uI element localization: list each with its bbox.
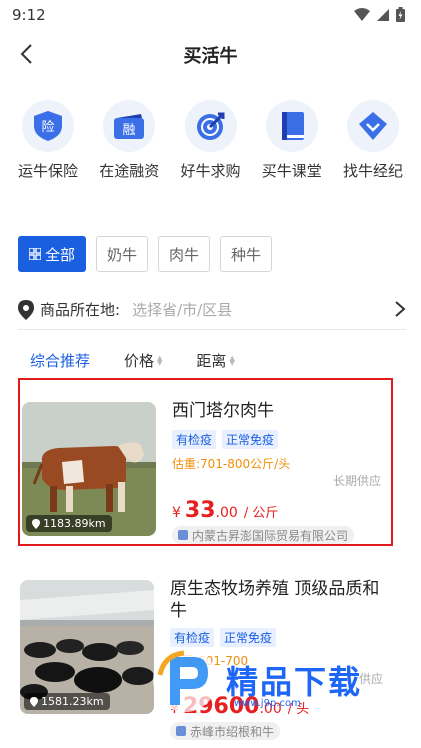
status-icons <box>354 7 405 22</box>
filter-breeding[interactable]: 种牛 <box>220 236 273 272</box>
tag-immunized: 正常免疫 <box>222 430 279 449</box>
watermark: 精品下载 www.j9p.com <box>150 640 420 720</box>
seller-badge[interactable]: 赤峰市绍根和牛 <box>170 722 281 740</box>
sort-bar: 综合推荐 价格 ▲ ▼ 距离 ▲ ▼ <box>30 350 235 371</box>
book-icon <box>265 100 318 152</box>
location-pin-icon <box>30 696 38 707</box>
filter-label: 奶牛 <box>107 245 138 264</box>
status-time: 9:12 <box>12 6 46 24</box>
distance-badge: 1581.23km <box>24 693 110 710</box>
shield-icon: 险 <box>22 100 74 152</box>
watermark-logo-icon <box>153 648 217 712</box>
tag-quarantine: 有检疫 <box>172 430 217 449</box>
filter-label: 肉牛 <box>169 245 200 264</box>
status-bar: 9:12 <box>0 0 421 30</box>
sort-arrows-icon: ▲ ▼ <box>229 353 235 367</box>
sort-label: 距离 <box>196 352 227 370</box>
service-broker[interactable]: 找牛经纪 <box>333 100 413 190</box>
wifi-icon <box>354 7 370 21</box>
product-price: ¥ 33 .00 / 公斤 <box>172 498 278 523</box>
filter-beef[interactable]: 肉牛 <box>158 236 211 272</box>
filter-all[interactable]: 全部 <box>18 236 87 272</box>
watermark-text: 精品下载 <box>226 663 363 701</box>
filter-label: 种牛 <box>231 245 262 264</box>
diamond-icon <box>347 100 399 152</box>
product-image: 1581.23km <box>20 580 154 714</box>
shop-icon <box>176 726 186 736</box>
category-filters: 全部 奶牛 肉牛 种牛 <box>18 236 273 272</box>
watermark-url: www.j9p.com <box>234 698 301 709</box>
price-unit: / 公斤 <box>243 506 279 521</box>
service-financing[interactable]: 融 在途融资 <box>89 100 169 190</box>
supply-status: 长期供应 <box>332 474 381 488</box>
service-classroom[interactable]: 买牛课堂 <box>252 100 332 190</box>
seller-badge[interactable]: 内蒙古昇澎国际贸易有限公司 <box>172 526 355 544</box>
service-label: 找牛经纪 <box>342 162 403 180</box>
product-card[interactable]: 1183.89km 西门塔尔肉牛 有检疫 正常免疫 估重:701-800公斤/头… <box>18 378 393 546</box>
service-insurance[interactable]: 险 运牛保险 <box>8 100 88 190</box>
service-label: 在途融资 <box>99 162 160 180</box>
grid-icon <box>29 248 41 260</box>
estimated-weight: 估重:701-800公斤/头 <box>172 457 291 471</box>
sort-distance[interactable]: 距离 ▲ ▼ <box>196 350 234 371</box>
header: 买活牛 <box>0 30 421 78</box>
distance-text: 1581.23km <box>41 695 104 708</box>
location-selector[interactable]: 商品所在地: 选择省/市/区县 <box>18 290 406 330</box>
sort-recommended[interactable]: 综合推荐 <box>30 350 90 371</box>
service-purchase-request[interactable]: 好牛求购 <box>171 100 251 190</box>
svg-text:险: 险 <box>41 120 54 135</box>
price-decimal: .00 <box>215 505 238 521</box>
battery-icon <box>396 7 405 22</box>
product-image: 1183.89km <box>22 402 156 536</box>
location-label: 商品所在地: <box>40 301 121 319</box>
service-label: 好牛求购 <box>180 162 241 180</box>
seller-name: 赤峰市绍根和牛 <box>190 724 275 739</box>
location-placeholder[interactable]: 选择省/市/区县 <box>132 299 232 320</box>
service-label: 运牛保险 <box>17 162 78 180</box>
filter-label: 全部 <box>45 245 76 264</box>
product-title: 原生态牧场养殖 顶级品质和牛 <box>170 579 380 621</box>
shop-icon <box>178 530 188 540</box>
product-title: 西门塔尔肉牛 <box>172 401 274 421</box>
page-title: 买活牛 <box>183 46 238 67</box>
service-label: 买牛课堂 <box>261 162 322 180</box>
location-pin-icon <box>32 518 40 529</box>
location-pin-icon <box>18 299 34 320</box>
card-icon: 融 <box>103 100 156 152</box>
filter-dairy[interactable]: 奶牛 <box>96 236 149 272</box>
chevron-right-icon[interactable] <box>394 300 406 318</box>
sort-label: 价格 <box>124 352 155 370</box>
price-currency: ¥ <box>172 505 181 521</box>
distance-badge: 1183.89km <box>26 515 112 532</box>
product-tags: 有检疫 正常免疫 <box>172 430 279 449</box>
sort-price[interactable]: 价格 ▲ ▼ <box>124 350 162 371</box>
price-integer: 33 <box>184 498 216 523</box>
sort-label: 综合推荐 <box>30 352 91 370</box>
distance-text: 1183.89km <box>43 517 106 530</box>
sort-arrows-icon: ▲ ▼ <box>157 353 163 367</box>
svg-text:融: 融 <box>123 123 136 138</box>
signal-icon <box>377 8 389 21</box>
seller-name: 内蒙古昇澎国际贸易有限公司 <box>192 528 349 543</box>
service-grid: 险 运牛保险 融 在途融资 好牛求购 买牛课堂 找牛经纪 <box>0 100 421 190</box>
target-icon <box>184 100 237 152</box>
